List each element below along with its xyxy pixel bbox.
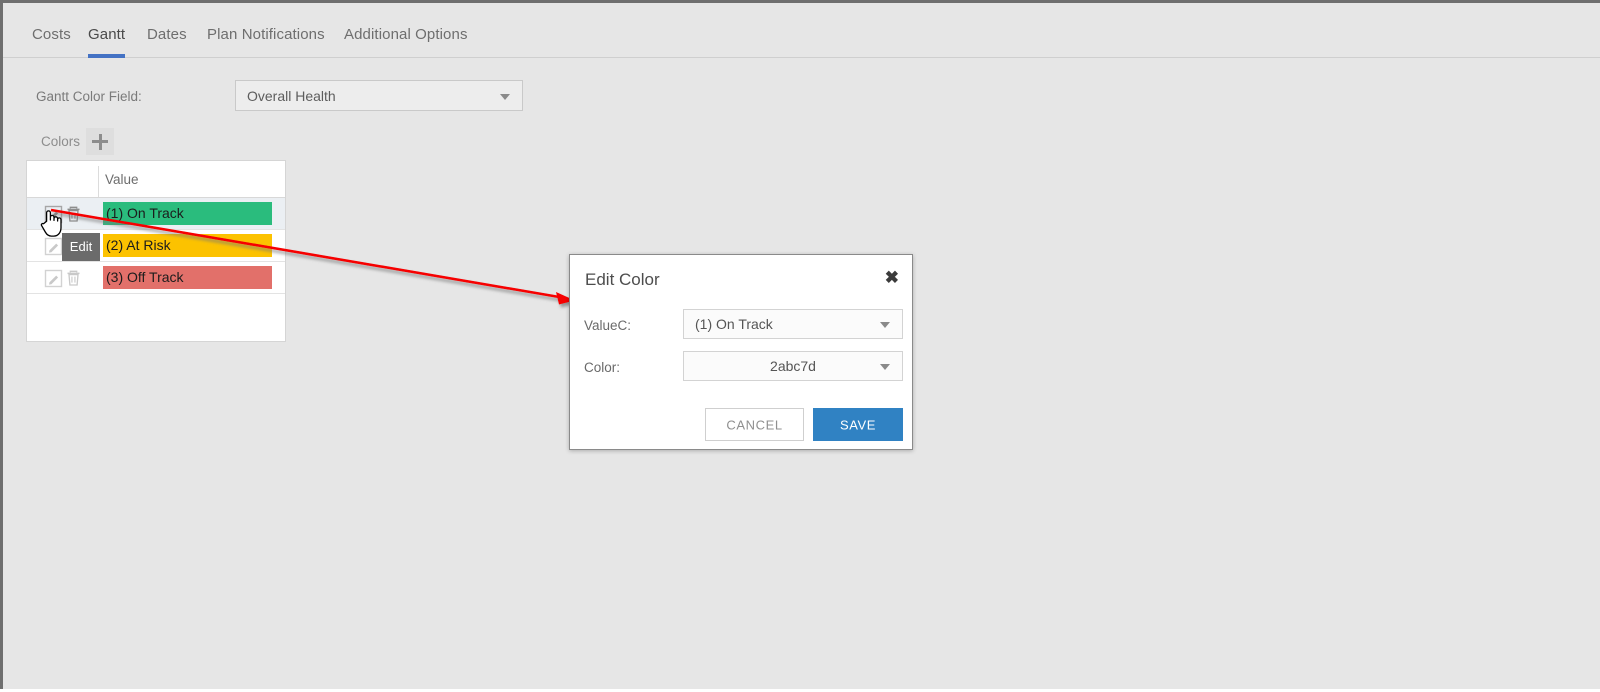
edit-tooltip: Edit — [62, 233, 100, 261]
color-select[interactable]: 2abc7d — [683, 351, 903, 381]
settings-page: Costs Gantt Dates Plan Notifications Add… — [0, 0, 1600, 689]
colors-grid-header: Value — [27, 161, 285, 198]
save-button[interactable]: SAVE — [813, 408, 903, 441]
color-value-bar: (1) On Track — [103, 202, 272, 225]
color-field-label: Color: — [584, 360, 621, 375]
dialog-title: Edit Color — [585, 270, 660, 289]
table-row[interactable]: (1) On Track — [27, 198, 285, 230]
trash-icon[interactable] — [64, 269, 83, 293]
tab-label: Gantt — [88, 26, 126, 43]
color-select-text: 2abc7d — [770, 358, 816, 374]
chevron-down-icon — [880, 322, 890, 328]
value-select-text: (1) On Track — [695, 316, 773, 332]
tab-dates[interactable]: Dates — [147, 20, 187, 58]
column-header-value: Value — [105, 172, 139, 187]
tab-gantt[interactable]: Gantt — [88, 20, 126, 58]
tab-plan-notifications[interactable]: Plan Notifications — [207, 20, 325, 58]
close-icon[interactable]: ✖ — [885, 269, 899, 286]
value-select[interactable]: (1) On Track — [683, 309, 903, 339]
chevron-down-icon — [500, 93, 510, 100]
value-field-label: ValueC: — [584, 318, 632, 333]
table-row[interactable]: (3) Off Track — [27, 262, 285, 294]
pencil-icon[interactable] — [44, 237, 63, 261]
tab-bar: Costs Gantt Dates Plan Notifications Add… — [3, 20, 1600, 58]
cancel-button[interactable]: CANCEL — [705, 408, 804, 441]
edit-color-dialog: Edit Color ✖ ValueC: (1) On Track Color:… — [569, 254, 913, 450]
pencil-icon[interactable] — [44, 269, 63, 293]
pencil-icon[interactable] — [44, 205, 63, 229]
gantt-color-field-label: Gantt Color Field: — [36, 89, 142, 104]
gantt-color-field-select[interactable]: Overall Health — [235, 80, 523, 111]
tab-label: Dates — [147, 26, 187, 43]
tab-additional-options[interactable]: Additional Options — [344, 20, 468, 58]
chevron-down-icon — [880, 364, 890, 370]
tab-costs[interactable]: Costs — [32, 20, 71, 58]
column-divider — [98, 166, 99, 197]
gantt-color-field-value: Overall Health — [247, 87, 336, 104]
tab-label: Additional Options — [344, 26, 468, 43]
trash-icon[interactable] — [64, 205, 83, 229]
color-value-bar: (2) At Risk — [103, 234, 272, 257]
row-actions — [44, 205, 94, 225]
colors-section-title: Colors — [41, 134, 81, 149]
add-color-button[interactable] — [86, 128, 114, 155]
cancel-button-label: CANCEL — [726, 417, 783, 432]
row-actions — [44, 269, 94, 289]
save-button-label: SAVE — [839, 417, 877, 432]
tab-label: Costs — [32, 26, 71, 43]
tab-label: Plan Notifications — [207, 26, 325, 43]
color-value-bar: (3) Off Track — [103, 266, 272, 289]
